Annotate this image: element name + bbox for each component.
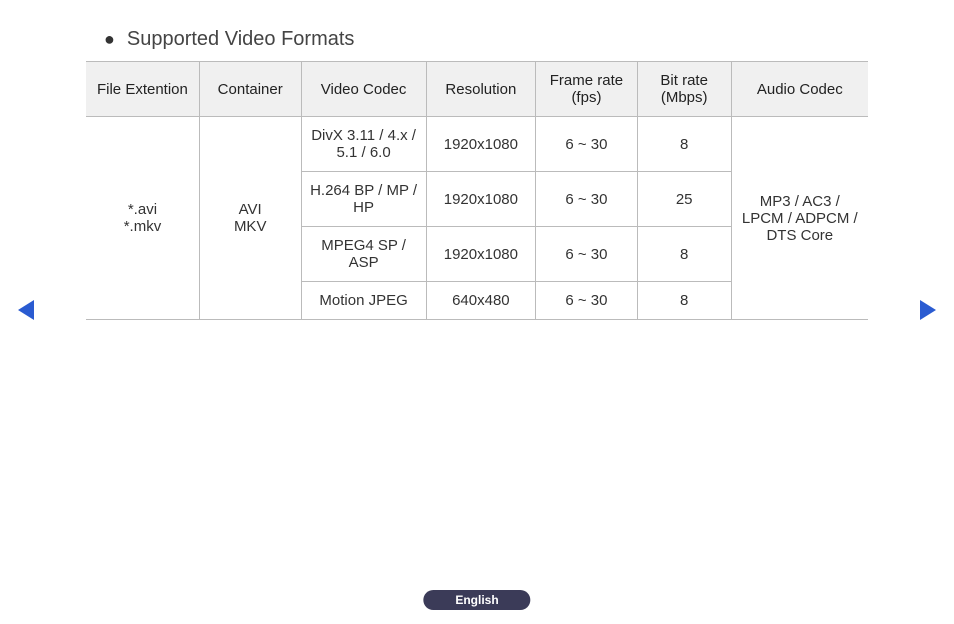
cell-video-codec: MPEG4 SP / ASP — [301, 227, 426, 282]
table-row: *.avi *.mkv AVI MKV DivX 3.11 / 4.x / 5.… — [86, 117, 868, 172]
col-bit-rate: Bit rate (Mbps) — [637, 62, 731, 117]
file-ext-line: *.mkv — [92, 218, 193, 235]
cell-frame-rate: 6 ~ 30 — [536, 227, 638, 282]
cell-frame-rate: 6 ~ 30 — [536, 117, 638, 172]
cell-resolution: 640x480 — [426, 282, 535, 320]
section-heading: ● Supported Video Formats — [104, 28, 868, 51]
container-line: AVI — [206, 201, 295, 218]
cell-resolution: 1920x1080 — [426, 172, 535, 227]
cell-video-codec: Motion JPEG — [301, 282, 426, 320]
cell-video-codec: DivX 3.11 / 4.x / 5.1 / 6.0 — [301, 117, 426, 172]
col-file-ext: File Extention — [86, 62, 199, 117]
col-container: Container — [199, 62, 301, 117]
language-label: English — [455, 593, 498, 607]
col-frame-rate: Frame rate (fps) — [536, 62, 638, 117]
next-page-arrow-icon[interactable] — [920, 300, 936, 320]
cell-file-ext: *.avi *.mkv — [86, 117, 199, 320]
bullet-icon: ● — [104, 29, 115, 49]
cell-bit-rate: 8 — [637, 227, 731, 282]
cell-resolution: 1920x1080 — [426, 117, 535, 172]
formats-table: File Extention Container Video Codec Res… — [86, 61, 868, 320]
cell-frame-rate: 6 ~ 30 — [536, 282, 638, 320]
prev-page-arrow-icon[interactable] — [18, 300, 34, 320]
col-resolution: Resolution — [426, 62, 535, 117]
section-title-text: Supported Video Formats — [127, 28, 355, 50]
col-video-codec: Video Codec — [301, 62, 426, 117]
col-audio-codec: Audio Codec — [731, 62, 868, 117]
cell-video-codec: H.264 BP / MP / HP — [301, 172, 426, 227]
cell-container: AVI MKV — [199, 117, 301, 320]
cell-bit-rate: 8 — [637, 282, 731, 320]
cell-resolution: 1920x1080 — [426, 227, 535, 282]
cell-frame-rate: 6 ~ 30 — [536, 172, 638, 227]
file-ext-line: *.avi — [92, 201, 193, 218]
cell-bit-rate: 8 — [637, 117, 731, 172]
cell-bit-rate: 25 — [637, 172, 731, 227]
language-pill[interactable]: English — [423, 590, 530, 610]
cell-audio-codec: MP3 / AC3 / LPCM / ADPCM / DTS Core — [731, 117, 868, 320]
table-header-row: File Extention Container Video Codec Res… — [86, 62, 868, 117]
container-line: MKV — [206, 218, 295, 235]
